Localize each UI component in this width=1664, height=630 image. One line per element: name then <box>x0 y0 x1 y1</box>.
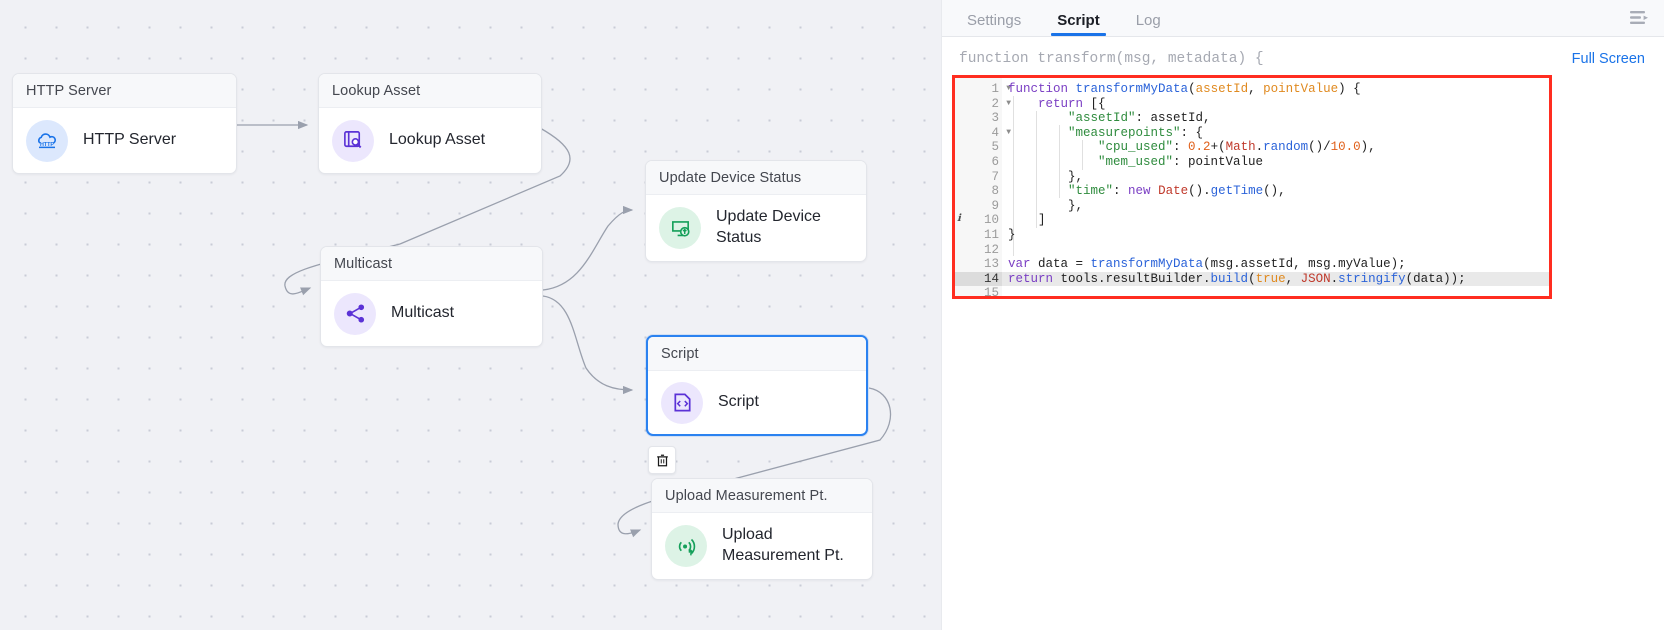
code-line: }, <box>1008 198 1084 213</box>
gutter-line: 8 <box>991 184 999 199</box>
panel-tabbar: Settings Script Log <box>942 0 1664 37</box>
code-line: } <box>1008 227 1016 242</box>
gutter-line: 15 <box>983 286 999 299</box>
right-panel: Settings Script Log function transform(m… <box>941 0 1664 630</box>
code-line: }, <box>1008 169 1084 184</box>
flow-node-lookup-asset[interactable]: Lookup Asset Lookup Asset <box>318 73 542 174</box>
code-line: function transformMyData(assetId, pointV… <box>1008 82 1361 96</box>
code-line: "mem_used": pointValue <box>1098 154 1264 169</box>
info-marker-icon: ℹ <box>957 214 961 226</box>
tab-log[interactable]: Log <box>1128 13 1169 36</box>
code-line: ] <box>1008 213 1046 228</box>
editor-gutter: 1 ▼ 2 ▼ 3 4 ▼ 5 6 7 8 9 ℹ 10 11 12 13 14 15 <box>955 78 1011 299</box>
node-title: Upload Measurement Pt. <box>652 479 872 513</box>
multicast-share-icon <box>334 292 376 335</box>
script-editor[interactable]: function transform(msg, metadata) { Full… <box>942 37 1664 630</box>
svg-text:HTTP: HTTP <box>40 142 54 148</box>
gutter-line: 7 <box>991 169 999 184</box>
gutter-line: 2 ▼ <box>991 96 1011 111</box>
editor-code-area[interactable]: function transformMyData(assetId, pointV… <box>1002 78 1549 296</box>
flow-node-upload-measurement-pt[interactable]: Upload Measurement Pt. Upload Measuremen… <box>651 478 873 580</box>
code-line: "assetId": assetId, <box>1068 111 1211 126</box>
node-title: HTTP Server <box>13 74 236 108</box>
gutter-line: 5 <box>991 140 999 155</box>
node-body: HTTP HTTP Server <box>13 108 236 173</box>
function-signature-label: function transform(msg, metadata) { <box>959 51 1264 67</box>
gutter-line: 1 ▼ <box>991 82 1011 96</box>
code-line-current: return tools.resultBuilder.build(true, J… <box>1002 271 1549 287</box>
gutter-line: 12 <box>983 242 999 257</box>
gutter-line: ℹ 10 <box>957 213 999 228</box>
code-line: var data = transformMyData(msg.assetId, … <box>1008 257 1406 272</box>
trash-icon <box>656 454 668 466</box>
node-body: Script <box>648 371 866 434</box>
gutter-line: 3 <box>991 111 999 126</box>
gutter-line: 6 <box>991 154 999 169</box>
node-label: Upload Measurement Pt. <box>722 526 844 564</box>
code-line: "measurepoints": { <box>1068 125 1204 140</box>
http-cloud-icon: HTTP <box>26 119 68 162</box>
flow-node-multicast[interactable]: Multicast Multicast <box>320 246 543 347</box>
code-editor-box[interactable]: 1 ▼ 2 ▼ 3 4 ▼ 5 6 7 8 9 ℹ 10 11 12 13 14 15 <box>952 75 1552 299</box>
gutter-line: 11 <box>983 227 999 242</box>
node-body: Update Device Status <box>646 195 866 261</box>
gutter-line: 13 <box>983 257 999 272</box>
node-label: Update Device Status <box>716 208 821 246</box>
script-code-icon <box>661 381 703 424</box>
delete-node-button[interactable] <box>648 446 676 474</box>
update-device-status-icon <box>659 207 701 249</box>
node-title: Multicast <box>321 247 542 281</box>
upload-measurement-icon <box>665 525 707 567</box>
node-label: HTTP Server <box>83 131 177 149</box>
node-title: Update Device Status <box>646 161 866 195</box>
code-line: "cpu_used": 0.2+(Math.random()/10.0), <box>1098 140 1376 155</box>
code-line: "time": new Date().getTime(), <box>1068 184 1286 199</box>
flow-editor-app: HTTP Server HTTP HTTP Server Lookup Asse… <box>0 0 1664 630</box>
gutter-line: 4 ▼ <box>991 125 1011 140</box>
gutter-line-current: 14 <box>955 271 1002 287</box>
node-label: Lookup Asset <box>389 131 486 149</box>
gutter-line: 9 <box>991 198 999 213</box>
node-label: Script <box>718 393 759 411</box>
node-body: Upload Measurement Pt. <box>652 513 872 579</box>
node-title: Script <box>648 337 866 371</box>
flow-node-update-device-status[interactable]: Update Device Status Update Device Statu… <box>645 160 867 262</box>
tab-script[interactable]: Script <box>1049 13 1108 36</box>
lookup-asset-icon <box>332 119 374 162</box>
list-indent-icon[interactable] <box>1626 5 1652 31</box>
node-label: Multicast <box>391 304 455 322</box>
node-title: Lookup Asset <box>319 74 541 108</box>
node-body: Lookup Asset <box>319 108 541 173</box>
flow-node-http-server[interactable]: HTTP Server HTTP HTTP Server <box>12 73 237 174</box>
code-line: return [{ <box>1038 96 1106 111</box>
node-body: Multicast <box>321 281 542 346</box>
full-screen-link[interactable]: Full Screen <box>1572 51 1645 67</box>
flow-node-script[interactable]: Script Script <box>646 335 868 436</box>
tab-settings[interactable]: Settings <box>959 13 1029 36</box>
flow-canvas[interactable]: HTTP Server HTTP HTTP Server Lookup Asse… <box>0 0 941 630</box>
